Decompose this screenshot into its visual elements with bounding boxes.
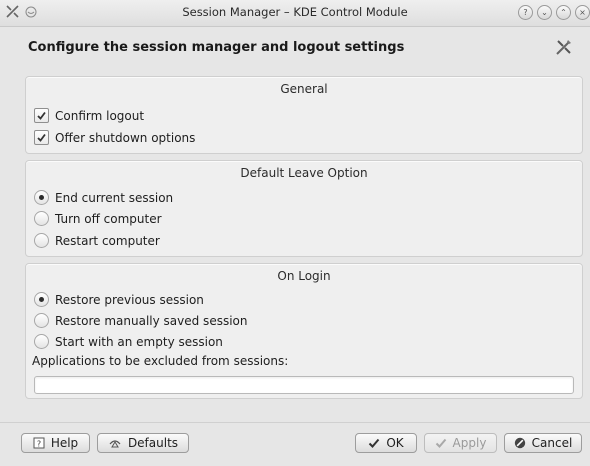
cancel-button-label: Cancel <box>531 436 573 450</box>
confirm-logout-row[interactable]: Confirm logout <box>34 108 144 123</box>
minimize-icon[interactable]: ⌄ <box>537 5 552 20</box>
window-title: Session Manager – KDE Control Module <box>182 5 408 19</box>
ok-button[interactable]: OK <box>355 433 417 453</box>
help-book-icon: ? <box>33 437 45 449</box>
confirm-logout-label: Confirm logout <box>55 108 145 123</box>
login-option-row[interactable]: Start with an empty session <box>34 334 223 349</box>
checkmark-icon <box>37 133 46 142</box>
defaults-button-label: Defaults <box>127 436 179 450</box>
confirm-logout-checkbox[interactable] <box>34 108 49 123</box>
general-group-title: General <box>280 82 328 96</box>
check-icon <box>368 437 380 449</box>
end-session-radio[interactable] <box>34 190 49 205</box>
turn-off-radio[interactable] <box>34 211 49 226</box>
turn-off-label: Turn off computer <box>55 211 162 226</box>
help-button[interactable]: ? Help <box>21 433 90 453</box>
apply-button-label: Apply <box>452 436 487 450</box>
leave-group-title: Default Leave Option <box>240 166 368 180</box>
titlebar-right-controls: ? ⌄ ⌃ × <box>518 5 590 20</box>
offer-shutdown-checkbox[interactable] <box>34 130 49 145</box>
login-option-row[interactable]: Restore previous session <box>34 292 204 307</box>
excluded-apps-input[interactable] <box>34 376 574 394</box>
leave-option-row[interactable]: End current session <box>34 190 173 205</box>
empty-session-radio[interactable] <box>34 334 49 349</box>
on-login-group: On Login Restore previous session Restor… <box>25 263 583 399</box>
maximize-icon[interactable]: ⌃ <box>556 5 571 20</box>
help-circle-icon[interactable]: ? <box>518 5 533 20</box>
excluded-apps-label: Applications to be excluded from session… <box>32 354 289 368</box>
offer-shutdown-label: Offer shutdown options <box>55 130 196 145</box>
divider <box>0 422 590 423</box>
window-titlebar[interactable]: Session Manager – KDE Control Module ? ⌄… <box>0 0 590 27</box>
defaults-button[interactable]: Defaults <box>97 433 189 453</box>
close-icon[interactable]: × <box>575 5 590 20</box>
general-group: General Confirm logout Offer shutdown op… <box>25 76 583 154</box>
login-option-row[interactable]: Restore manually saved session <box>34 313 247 328</box>
tools-icon <box>554 37 574 60</box>
end-session-label: End current session <box>55 190 174 205</box>
cancel-button[interactable]: Cancel <box>504 433 582 453</box>
login-group-title: On Login <box>277 269 331 283</box>
cancel-icon <box>514 437 526 449</box>
checkmark-icon <box>37 111 46 120</box>
defaults-icon <box>108 437 122 449</box>
restore-previous-label: Restore previous session <box>55 292 204 307</box>
check-icon <box>435 437 447 449</box>
offer-shutdown-row[interactable]: Offer shutdown options <box>34 130 195 145</box>
restart-label: Restart computer <box>55 233 160 248</box>
apply-button[interactable]: Apply <box>424 433 497 453</box>
leave-option-row[interactable]: Turn off computer <box>34 211 162 226</box>
leave-option-group: Default Leave Option End current session… <box>25 160 583 257</box>
leave-option-row[interactable]: Restart computer <box>34 233 160 248</box>
svg-text:?: ? <box>37 440 41 449</box>
page-title: Configure the session manager and logout… <box>28 40 405 55</box>
restore-manual-radio[interactable] <box>34 313 49 328</box>
help-button-label: Help <box>50 436 79 450</box>
empty-session-label: Start with an empty session <box>55 334 223 349</box>
restore-previous-radio[interactable] <box>34 292 49 307</box>
ok-button-label: OK <box>386 436 404 450</box>
restart-radio[interactable] <box>34 233 49 248</box>
restore-manual-label: Restore manually saved session <box>55 313 248 328</box>
